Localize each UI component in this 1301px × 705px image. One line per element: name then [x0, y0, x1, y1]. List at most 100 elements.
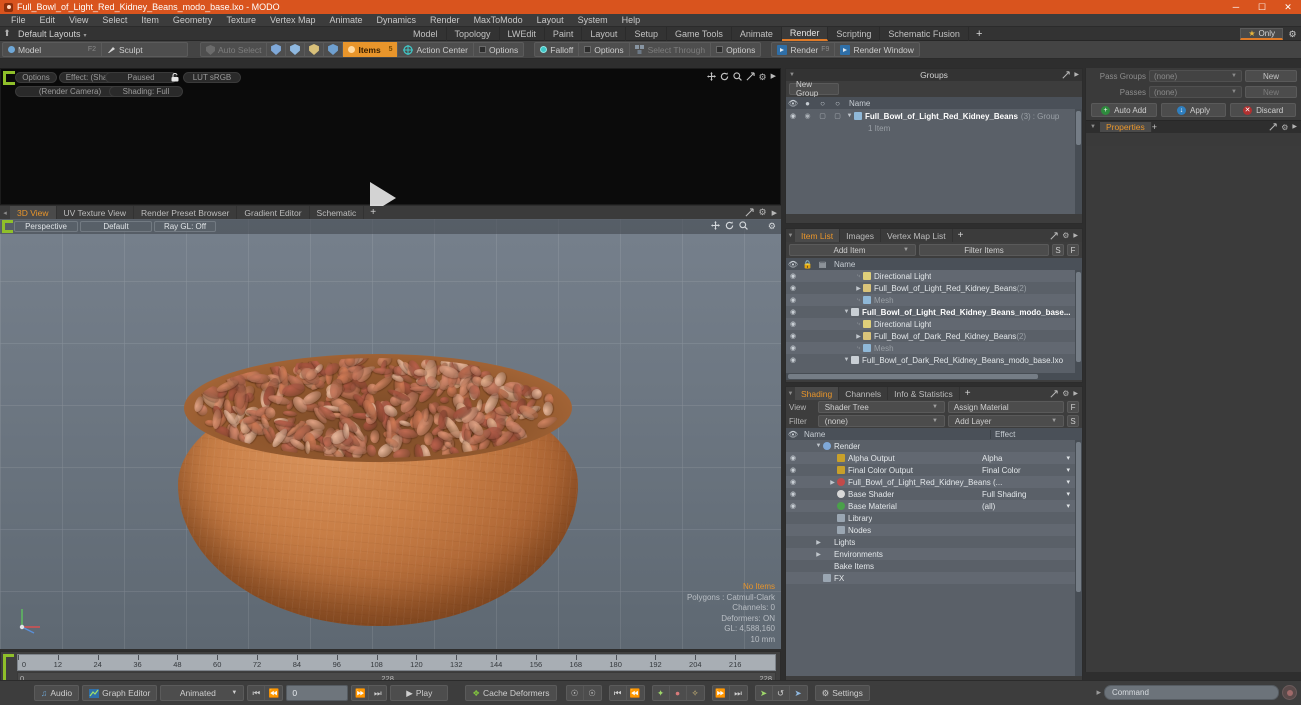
twirl-icon[interactable]: ▶	[814, 551, 823, 558]
add-layer-dropdown[interactable]: Add Layer ▼	[947, 415, 1065, 427]
action-center-button[interactable]: Action Center	[397, 42, 473, 57]
effect-dropdown[interactable]: Alpha ▾	[982, 454, 1074, 463]
add-item-list-tab-button[interactable]: +	[953, 229, 969, 242]
key-left-icon[interactable]: ⏪	[627, 686, 644, 700]
chevron-right-icon[interactable]: ▶	[1073, 232, 1078, 239]
expand-icon[interactable]	[1050, 231, 1058, 240]
animation-settings-button[interactable]: ⚙ Settings	[814, 685, 870, 701]
record-command-button[interactable]	[1282, 685, 1297, 700]
viewport-perspective-dropdown[interactable]: Perspective	[14, 221, 78, 232]
tab-item-list[interactable]: Item List	[795, 229, 841, 242]
viewport-shading-style-dropdown[interactable]: Default	[80, 221, 152, 232]
shader-tree-row[interactable]: FX	[786, 572, 1082, 584]
tab-3d-view[interactable]: 3D View	[10, 206, 57, 219]
apply-button[interactable]: ↓ Apply	[1160, 103, 1227, 117]
gear-icon[interactable]: ⚙	[1281, 123, 1288, 132]
zoom-icon[interactable]	[732, 72, 742, 83]
pass-groups-dropdown[interactable]: (none) ▼	[1149, 70, 1242, 82]
gear-icon[interactable]: ⚙	[1062, 231, 1069, 240]
auto-key-icon[interactable]: ☉	[567, 686, 584, 700]
chevron-right-icon[interactable]: ▶	[772, 209, 777, 217]
timeline-ruler[interactable]: 0 12 24 36 48 60 72 84 96 108 120 132 144 156 168 180 19…	[17, 654, 776, 671]
shader-tree-row[interactable]: Library	[786, 512, 1082, 524]
layout-tab-layout[interactable]: Layout	[582, 27, 627, 41]
tab-properties[interactable]: Properties	[1099, 122, 1152, 132]
shader-tree-row[interactable]: ▶ Lights	[786, 536, 1082, 548]
command-input[interactable]: Command	[1104, 685, 1279, 700]
panel-collapse-icon[interactable]: ▼	[786, 387, 795, 400]
auto-select-button[interactable]: Auto Select	[201, 42, 266, 57]
expand-icon[interactable]	[746, 72, 755, 83]
material-mode-button[interactable]	[323, 42, 342, 57]
add-layout-tab-button[interactable]: +	[969, 27, 989, 41]
effect-dropdown[interactable]: (all) ▾	[982, 502, 1074, 511]
groups-vertical-scrollbar[interactable]	[1075, 109, 1082, 214]
visibility-toggle-icon[interactable]: ◉	[786, 112, 800, 120]
menu-texture[interactable]: Texture	[219, 14, 263, 27]
go-to-end-icon[interactable]: ⏭	[369, 686, 386, 700]
create-key-icon[interactable]: ✦	[653, 686, 670, 700]
cycle-icon[interactable]: ↺	[773, 686, 790, 700]
new-pass-group-button[interactable]: New	[1245, 70, 1297, 82]
visibility-toggle-icon[interactable]: ◉	[786, 296, 800, 304]
only-toggle-button[interactable]: ★ Only	[1240, 28, 1283, 40]
curve-snap-icon[interactable]: ➤	[790, 686, 807, 700]
twirl-icon[interactable]: ⤷	[854, 321, 863, 328]
gear-icon[interactable]: ⚙	[1286, 28, 1299, 40]
shader-tree-row[interactable]: ◉ Base Material (all) ▾	[786, 500, 1082, 512]
lock-icon[interactable]	[169, 72, 181, 83]
visibility-toggle-icon[interactable]: ◉	[786, 454, 800, 462]
tab-schematic[interactable]: Schematic	[310, 206, 365, 219]
visibility-toggle-icon[interactable]: ◉	[786, 490, 800, 498]
groups-list-body[interactable]: ◉ ◉ ▢ ▢ ▼ Full_Bowl_of_Light_Red_Kidney_…	[786, 109, 1082, 214]
chevron-right-icon[interactable]: ▶	[1073, 390, 1078, 397]
graph-editor-button[interactable]: Graph Editor	[82, 685, 158, 701]
visibility-toggle-icon[interactable]: ◉	[786, 344, 800, 352]
new-group-button[interactable]: New Group	[789, 80, 839, 98]
polygon-mode-button[interactable]	[304, 42, 323, 57]
menu-layout[interactable]: Layout	[530, 14, 571, 27]
add-item-dropdown[interactable]: Add Item ▼	[789, 244, 916, 256]
item-list-row[interactable]: ◉ ▶ Full_Bowl_of_Dark_Red_Kidney_Beans (2)	[786, 330, 1082, 342]
item-list-s-button[interactable]: S	[1052, 244, 1064, 256]
expand-icon[interactable]	[1050, 389, 1058, 398]
visibility-toggle-icon[interactable]: ◉	[786, 272, 800, 280]
tab-shading[interactable]: Shading	[795, 387, 840, 400]
minimize-button[interactable]: ─	[1223, 0, 1249, 14]
filter-items-input[interactable]: Filter Items	[919, 244, 1049, 256]
menu-select[interactable]: Select	[95, 14, 134, 27]
key-channel-icon[interactable]: ✧	[687, 686, 704, 700]
falloff-button[interactable]: Falloff	[535, 42, 578, 57]
render-preview-shading-dropdown[interactable]: Shading: Full	[109, 86, 183, 97]
sculpt-mode-button[interactable]: Sculpt	[101, 42, 187, 57]
layout-tab-model[interactable]: Model	[405, 27, 447, 41]
shader-tree-row[interactable]: ◉ Alpha Output Alpha ▾	[786, 452, 1082, 464]
layout-tab-schematic-fusion[interactable]: Schematic Fusion	[880, 27, 969, 41]
layout-tab-lwedit[interactable]: LWEdit	[500, 27, 545, 41]
item-list-row[interactable]: ◉ ⤷ Directional Light	[786, 318, 1082, 330]
expand-icon[interactable]	[745, 208, 754, 217]
tab-uv-texture-view[interactable]: UV Texture View	[57, 206, 135, 219]
render-toggle-icon[interactable]: ◉	[800, 112, 815, 120]
shader-tree-row[interactable]: ◉ ▶ Full_Bowl_of_Light_Red_Kidney_Beans (.…	[786, 476, 1082, 488]
discard-button[interactable]: ✕ Discard	[1230, 103, 1297, 117]
twirl-icon[interactable]: ▶	[814, 539, 823, 546]
render-preview-lut-dropdown[interactable]: LUT sRGB	[183, 72, 241, 83]
menu-animate[interactable]: Animate	[322, 14, 369, 27]
layout-tab-animate[interactable]: Animate	[732, 27, 782, 41]
item-list-horizontal-scrollbar[interactable]	[786, 373, 1082, 380]
menu-vertex-map[interactable]: Vertex Map	[263, 14, 323, 27]
shader-tree-row[interactable]: ◉ Final Color Output Final Color ▾	[786, 464, 1082, 476]
render-preview-options-button[interactable]: Options	[15, 72, 57, 83]
tab-info-and-statistics[interactable]: Info & Statistics	[888, 387, 960, 400]
menu-edit[interactable]: Edit	[33, 14, 63, 27]
panel-collapse-icon[interactable]: ▼	[786, 229, 795, 242]
twirl-icon[interactable]: ⤷	[854, 273, 863, 280]
shader-tree-body[interactable]: ▼ Render ◉ Alpha Output Alpha ▾ ◉ Final Color O…	[786, 440, 1082, 676]
item-list-row[interactable]: ◉ ▶ Full_Bowl_of_Light_Red_Kidney_Beans (2…	[786, 282, 1082, 294]
items-mode-button[interactable]: Items 5	[342, 42, 398, 57]
viewport-raygl-dropdown[interactable]: Ray GL: Off	[154, 221, 216, 232]
layout-tab-scripting[interactable]: Scripting	[828, 27, 881, 41]
render-window-button[interactable]: Render Window	[834, 42, 918, 57]
key-mode-icon[interactable]: ☉	[584, 686, 601, 700]
